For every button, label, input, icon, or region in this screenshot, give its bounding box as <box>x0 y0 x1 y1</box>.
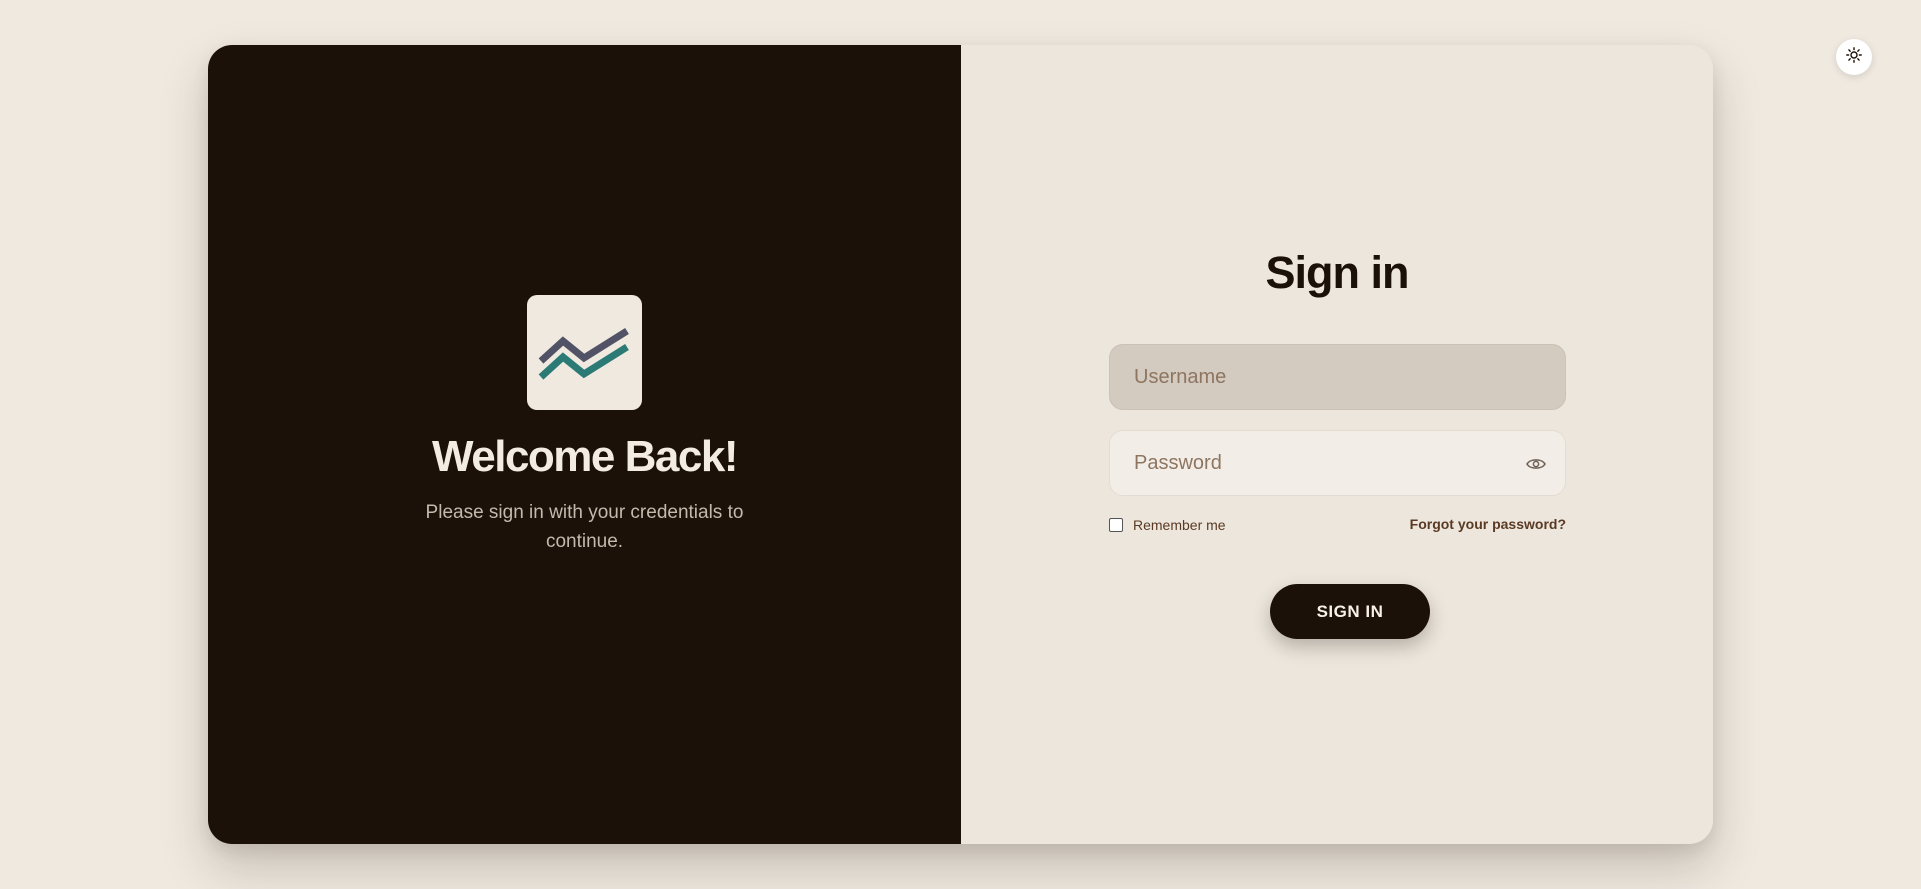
username-input[interactable] <box>1110 345 1565 409</box>
password-field[interactable] <box>1109 430 1566 496</box>
sign-in-button[interactable]: SIGN IN <box>1270 584 1430 639</box>
welcome-title: Welcome Back! <box>432 432 738 481</box>
welcome-panel: Welcome Back! Please sign in with your c… <box>208 45 961 844</box>
login-card: Welcome Back! Please sign in with your c… <box>208 45 1713 844</box>
login-page: Welcome Back! Please sign in with your c… <box>0 0 1921 889</box>
forgot-password-link[interactable]: Forgot your password? <box>1410 516 1566 532</box>
remember-me-checkbox[interactable]: Remember me <box>1109 517 1226 533</box>
zigzag-logo-icon <box>527 295 642 410</box>
remember-me-label: Remember me <box>1133 517 1226 533</box>
signin-title: Sign in <box>1265 247 1410 298</box>
sun-icon <box>1846 46 1862 68</box>
password-input[interactable] <box>1110 431 1565 495</box>
theme-toggle-button[interactable] <box>1836 39 1872 75</box>
username-field[interactable] <box>1109 344 1566 410</box>
eye-icon[interactable] <box>1525 454 1547 474</box>
welcome-subtitle: Please sign in with your credentials to … <box>425 502 744 552</box>
remember-me-box[interactable] <box>1109 518 1123 532</box>
signin-panel: Sign in Remember me Forgot your password… <box>961 45 1713 844</box>
